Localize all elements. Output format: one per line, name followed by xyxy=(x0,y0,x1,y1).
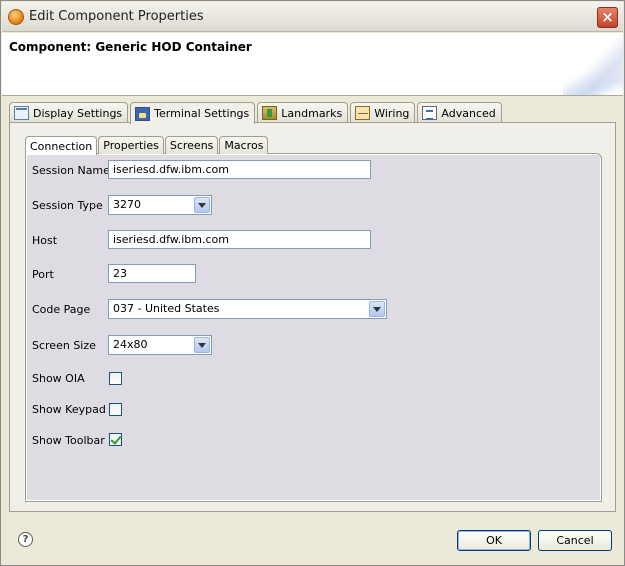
tab-macros[interactable]: Macros xyxy=(219,136,269,154)
tab-label: Terminal Settings xyxy=(154,107,250,120)
code-page-label: Code Page xyxy=(32,303,91,316)
ok-button[interactable]: OK xyxy=(457,530,531,551)
tab-label: Landmarks xyxy=(281,106,343,120)
chevron-down-icon[interactable] xyxy=(194,337,210,353)
tab-properties[interactable]: Properties xyxy=(98,136,164,154)
dialog-window: Edit Component Properties × Component: G… xyxy=(0,0,625,566)
dialog-header: Component: Generic HOD Container xyxy=(2,33,623,96)
landmarks-icon xyxy=(262,106,278,120)
chevron-down-icon[interactable] xyxy=(194,197,210,213)
screen-size-label: Screen Size xyxy=(32,339,96,352)
chevron-down-icon[interactable] xyxy=(369,301,385,317)
port-field[interactable]: 23 xyxy=(108,264,196,283)
advanced-icon xyxy=(422,106,438,120)
tab-terminal-settings[interactable]: Terminal Settings xyxy=(130,102,256,124)
tab-label: Wiring xyxy=(374,106,410,120)
header-decoration xyxy=(563,33,623,95)
session-type-value: 3270 xyxy=(113,198,141,211)
tab-screens[interactable]: Screens xyxy=(164,136,219,154)
connection-panel: Session Name iseriesd.dfw.ibm.com Sessio… xyxy=(25,153,602,502)
terminal-icon xyxy=(135,106,151,121)
component-title: Component: Generic HOD Container xyxy=(9,40,252,54)
help-icon[interactable]: ? xyxy=(18,532,33,547)
app-icon xyxy=(8,9,24,25)
display-settings-icon xyxy=(14,106,29,120)
show-oia-label: Show OIA xyxy=(32,372,85,385)
show-oia-checkbox[interactable] xyxy=(109,372,122,385)
tab-label: Advanced xyxy=(441,106,496,120)
tab-landmarks[interactable]: Landmarks xyxy=(257,102,349,123)
close-icon: × xyxy=(601,8,614,26)
session-type-label: Session Type xyxy=(32,199,103,212)
screen-size-select[interactable]: 24x80 xyxy=(108,335,212,355)
show-keypad-label: Show Keypad xyxy=(32,403,106,416)
window-title: Edit Component Properties xyxy=(29,9,204,24)
show-toolbar-label: Show Toolbar xyxy=(32,434,105,447)
wiring-icon xyxy=(355,106,371,120)
screen-size-value: 24x80 xyxy=(113,338,148,351)
terminal-settings-panel: Connection Properties Screens Macros Ses… xyxy=(9,122,616,512)
outer-tab-bar: Display Settings Terminal Settings Landm… xyxy=(9,102,504,124)
tab-advanced[interactable]: Advanced xyxy=(417,102,502,123)
host-label: Host xyxy=(32,234,58,247)
cancel-button[interactable]: Cancel xyxy=(538,530,612,551)
show-toolbar-checkbox[interactable] xyxy=(109,433,122,446)
code-page-value: 037 - United States xyxy=(113,302,220,315)
code-page-select[interactable]: 037 - United States xyxy=(108,299,387,319)
port-label: Port xyxy=(32,268,54,281)
inner-tab-bar: Connection Properties Screens Macros xyxy=(25,136,269,155)
host-field[interactable]: iseriesd.dfw.ibm.com xyxy=(108,230,371,249)
session-name-label: Session Name xyxy=(32,164,110,177)
tab-connection[interactable]: Connection xyxy=(25,136,98,155)
show-keypad-checkbox[interactable] xyxy=(109,403,122,416)
tab-display-settings[interactable]: Display Settings xyxy=(9,102,129,123)
tab-wiring[interactable]: Wiring xyxy=(350,102,416,123)
title-bar: Edit Component Properties × xyxy=(2,2,623,32)
session-type-select[interactable]: 3270 xyxy=(108,195,212,215)
close-button[interactable]: × xyxy=(597,7,618,28)
connection-form: Session Name iseriesd.dfw.ibm.com Sessio… xyxy=(27,155,600,500)
session-name-field[interactable]: iseriesd.dfw.ibm.com xyxy=(108,160,371,179)
tab-label: Display Settings xyxy=(33,106,123,120)
